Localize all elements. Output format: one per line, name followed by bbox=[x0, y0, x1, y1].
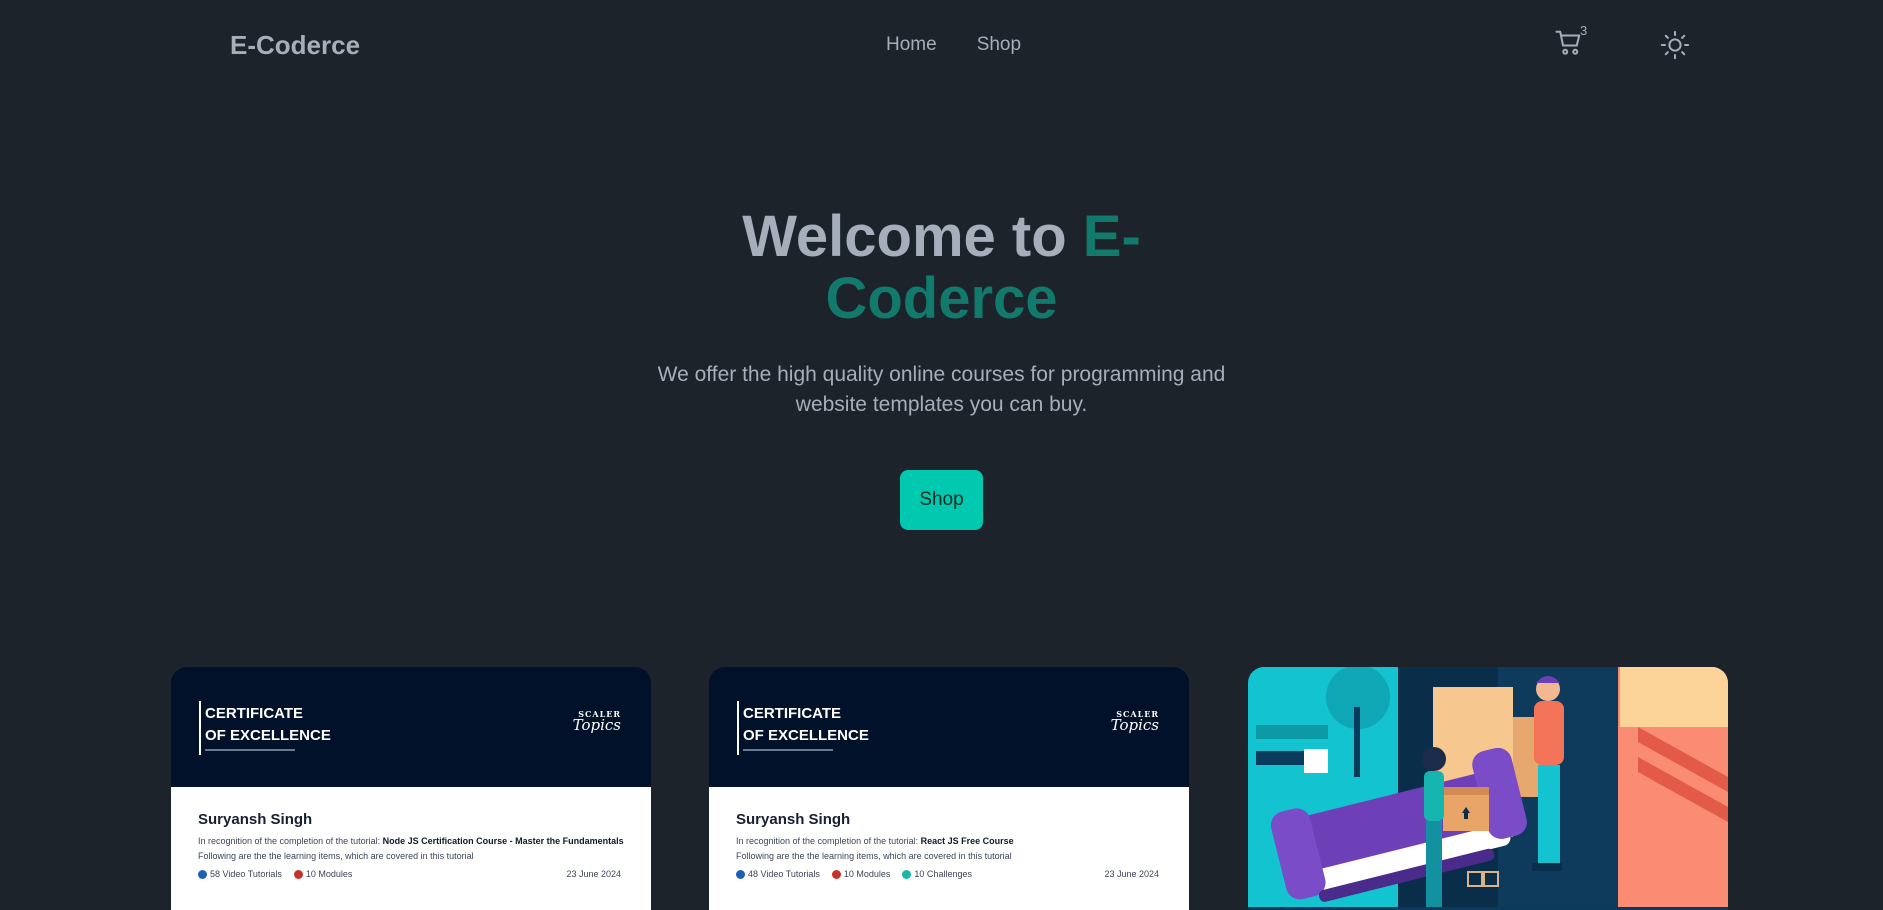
scaler-topics-logo: SCALER Topics bbox=[573, 709, 621, 734]
stat-video-tutorials: 58 Video Tutorials bbox=[198, 869, 282, 879]
theme-toggle[interactable] bbox=[1660, 30, 1690, 60]
certificate-following-text: Following are the the learning items, wh… bbox=[198, 851, 474, 861]
nav-link-home[interactable]: Home bbox=[886, 34, 937, 56]
certificate-divider bbox=[199, 701, 201, 755]
product-card-node-certificate[interactable]: CERTIFICATE OF EXCELLENCE SCALER Topics … bbox=[171, 667, 651, 910]
hero-subtitle: We offer the high quality online courses… bbox=[657, 363, 1226, 416]
certificate-recipient-name: Suryansh Singh bbox=[736, 811, 851, 828]
brand-logo[interactable]: E-Coderce bbox=[230, 30, 360, 61]
logo-bottom-text: Topics bbox=[572, 716, 621, 734]
sun-icon bbox=[1660, 30, 1690, 64]
hero-title-prefix: Welcome to bbox=[742, 204, 1083, 269]
navbar: E-Coderce Home Shop 3 bbox=[0, 0, 1883, 92]
certificate-header: CERTIFICATE OF EXCELLENCE SCALER Topics bbox=[709, 667, 1189, 787]
hero-shop-button[interactable]: Shop bbox=[900, 470, 983, 530]
nav-link-shop[interactable]: Shop bbox=[977, 34, 1021, 56]
recognition-prefix: In recognition of the completion of the … bbox=[198, 836, 383, 846]
hero-title: Welcome to E-Coderce bbox=[712, 206, 1172, 330]
cart-count-badge: 3 bbox=[1580, 23, 1588, 38]
certificate-stats: 48 Video Tutorials 10 Modules 10 Challen… bbox=[736, 869, 972, 879]
certificate-recipient-name: Suryansh Singh bbox=[198, 811, 313, 828]
certificate-date: 23 June 2024 bbox=[566, 869, 621, 879]
nav-links: Home Shop bbox=[886, 34, 1021, 56]
video-icon bbox=[198, 869, 207, 879]
certificate-fine-print bbox=[205, 749, 295, 751]
certificate-body: Suryansh Singh In recognition of the com… bbox=[171, 787, 651, 910]
stat-label: 10 Modules bbox=[305, 869, 353, 879]
certificate-divider bbox=[737, 701, 739, 755]
product-card-react-certificate[interactable]: CERTIFICATE OF EXCELLENCE SCALER Topics … bbox=[709, 667, 1189, 910]
certificate-following-text: Following are the the learning items, wh… bbox=[736, 851, 1012, 861]
certificate-course-name: Node JS Certification Course - Master th… bbox=[382, 836, 624, 846]
recognition-prefix: In recognition of the completion of the … bbox=[736, 836, 921, 846]
certificate-date: 23 June 2024 bbox=[1104, 869, 1159, 879]
cart-button[interactable]: 3 bbox=[1554, 23, 1588, 62]
scaler-topics-logo: SCALER Topics bbox=[1111, 709, 1159, 734]
challenges-icon bbox=[902, 869, 912, 879]
certificate-title: CERTIFICATE OF EXCELLENCE bbox=[205, 703, 405, 747]
logo-bottom-text: Topics bbox=[1110, 716, 1159, 734]
modules-icon bbox=[831, 869, 841, 879]
stat-label: 10 Modules bbox=[843, 869, 891, 879]
stat-modules: 10 Modules bbox=[831, 869, 891, 879]
certificate-header: CERTIFICATE OF EXCELLENCE SCALER Topics bbox=[171, 667, 651, 787]
delivery-illustration bbox=[1248, 667, 1728, 910]
video-icon bbox=[736, 869, 745, 879]
stat-label: 58 Video Tutorials bbox=[210, 869, 282, 879]
stat-video-tutorials: 48 Video Tutorials bbox=[736, 869, 820, 879]
hero-section: Welcome to E-Coderce We offer the high q… bbox=[0, 206, 1883, 530]
certificate-title-line2: OF EXCELLENCE bbox=[205, 727, 331, 744]
stat-modules: 10 Modules bbox=[293, 869, 353, 879]
certificate-stats: 58 Video Tutorials 10 Modules bbox=[198, 869, 352, 879]
certificate-body: Suryansh Singh In recognition of the com… bbox=[709, 787, 1189, 910]
stat-challenges: 10 Challenges bbox=[902, 869, 972, 879]
certificate-title-line1: CERTIFICATE bbox=[743, 705, 842, 722]
product-card-delivery-illustration[interactable] bbox=[1248, 667, 1728, 910]
certificate-course-name: React JS Free Course bbox=[920, 836, 1014, 846]
modules-icon bbox=[293, 869, 303, 879]
stat-label: 10 Challenges bbox=[914, 869, 972, 879]
certificate-title-line2: OF EXCELLENCE bbox=[743, 727, 869, 744]
cart-icon bbox=[1554, 30, 1584, 62]
certificate-recognition-text: In recognition of the completion of the … bbox=[198, 836, 624, 846]
certificate-fine-print bbox=[743, 749, 833, 751]
certificate-title-line1: CERTIFICATE bbox=[205, 705, 304, 722]
stat-label: 48 Video Tutorials bbox=[748, 869, 820, 879]
certificate-title: CERTIFICATE OF EXCELLENCE bbox=[743, 703, 943, 747]
certificate-recognition-text: In recognition of the completion of the … bbox=[736, 836, 1014, 846]
